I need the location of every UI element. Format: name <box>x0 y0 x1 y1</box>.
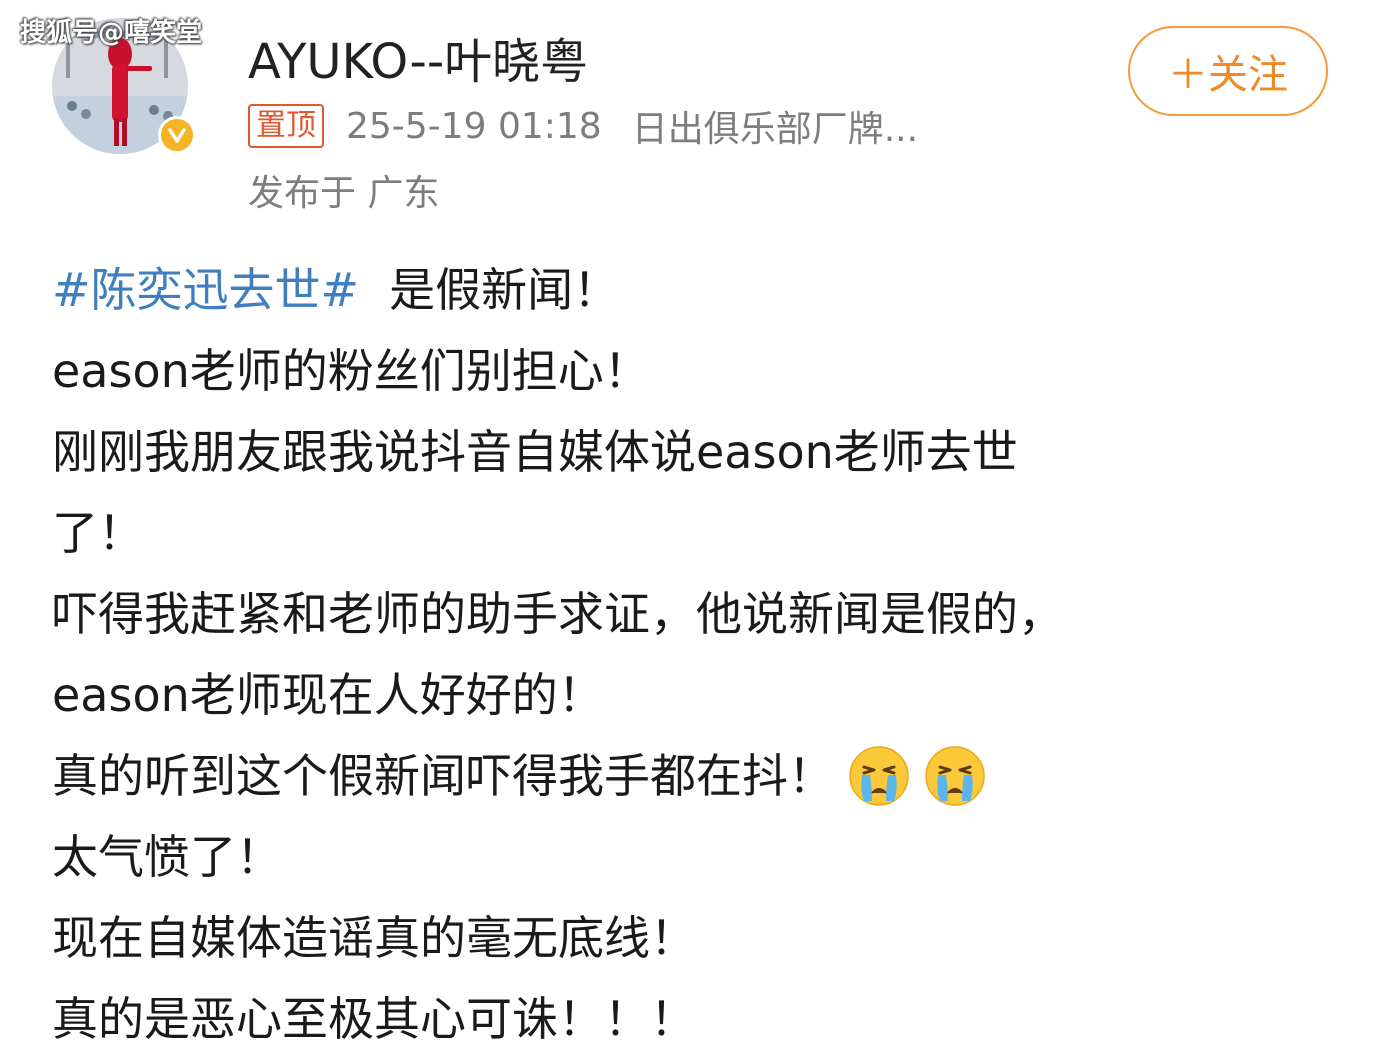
watermark-text: 搜狐号@嘻笑堂 <box>20 18 203 48</box>
post-timestamp: 25-5-19 01:18 <box>346 105 602 147</box>
verified-badge-icon <box>158 116 196 154</box>
post-line-4: 了！ <box>52 506 144 560</box>
post-location: 发布于 广东 <box>248 173 440 214</box>
crying-face-emoji-icon <box>848 745 910 807</box>
post-body: #陈奕迅去世# 是假新闻！ eason老师的粉丝们别担心！ 刚刚我朋友跟我说抖音自… <box>52 250 1282 1060</box>
post-line-1-text: 是假新闻！ <box>389 263 620 317</box>
post-line-5: 吓得我赶紧和老师的助手求证，他说新闻是假的， <box>52 587 1064 641</box>
post-line-8: 太气愤了！ <box>52 830 282 884</box>
post-line-2: eason老师的粉丝们别担心！ <box>52 344 650 398</box>
post-line-3: 刚刚我朋友跟我说抖音自媒体说eason老师去世 <box>52 425 1018 479</box>
post-line-7-text: 真的听到这个假新闻吓得我手都在抖！ <box>52 749 834 803</box>
post-line-7: 真的听到这个假新闻吓得我手都在抖！ <box>52 736 1282 817</box>
post-line-10: 真的是恶心至极其心可诛！！！ <box>52 992 696 1046</box>
crying-face-emoji-icon <box>924 745 986 807</box>
hashtag-link[interactable]: #陈奕迅去世# <box>52 263 359 317</box>
pinned-badge: 置顶 <box>248 104 324 148</box>
username[interactable]: AYUKO--叶晓粤 <box>248 22 588 92</box>
post-meta-row: 置顶 25-5-19 01:18 日出俱乐部厂牌... <box>248 100 918 152</box>
post-line-6: eason老师现在人好好的！ <box>52 668 604 722</box>
post-line-9: 现在自媒体造谣真的毫无底线！ <box>52 911 696 965</box>
follow-button[interactable]: ＋关注 <box>1128 26 1328 116</box>
post-source[interactable]: 日出俱乐部厂牌... <box>632 100 918 152</box>
post-line-1: #陈奕迅去世# 是假新闻！ <box>52 250 1282 331</box>
